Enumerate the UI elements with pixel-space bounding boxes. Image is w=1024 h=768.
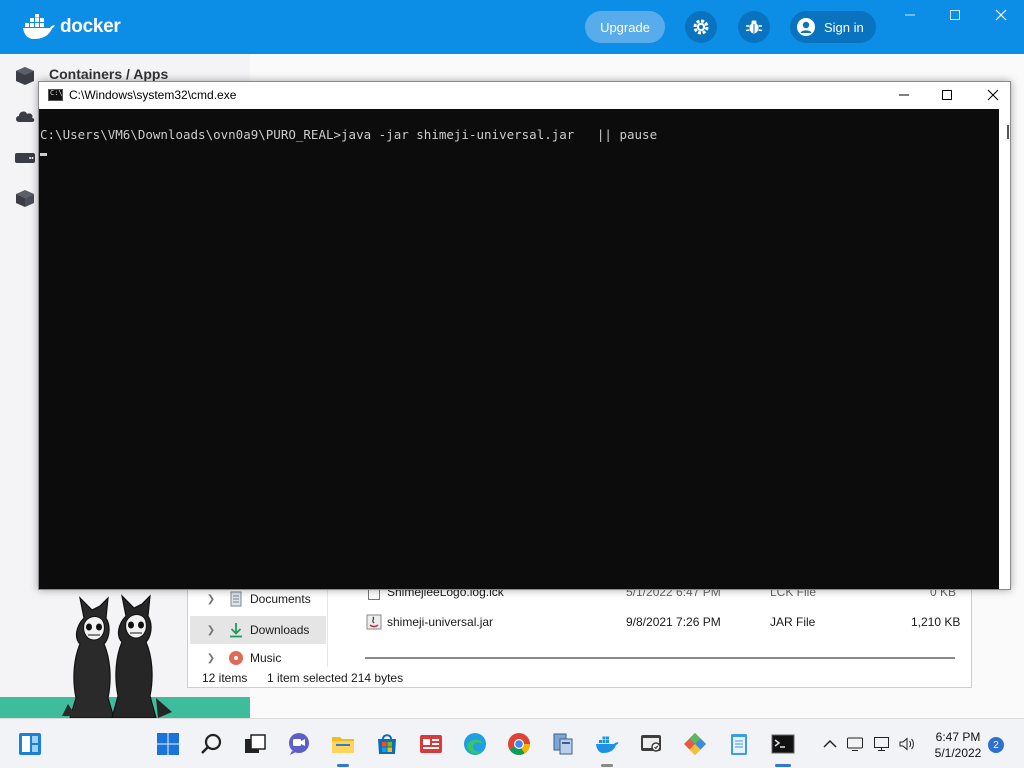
terminal-monitor-icon[interactable]: [639, 732, 663, 756]
shimeji-wolf-right[interactable]: [111, 594, 172, 719]
bug-icon: [745, 20, 763, 34]
git-app-icon[interactable]: [683, 732, 707, 756]
file-explorer-icon[interactable]: [331, 732, 355, 756]
notepad-icon[interactable]: [727, 732, 751, 756]
upgrade-button[interactable]: Upgrade: [585, 11, 665, 43]
file-row[interactable]: shimeji-universal.jar 9/8/2021 7:26 PM J…: [363, 611, 963, 633]
horizontal-scrollbar[interactable]: [365, 657, 955, 659]
chevron-right-icon: ❯: [206, 652, 216, 664]
clock-time: 6:47 PM: [935, 730, 981, 744]
minimize-icon: [905, 14, 915, 16]
news-app-icon[interactable]: [419, 732, 443, 756]
command-prompt-running-indicator: [775, 764, 791, 767]
command-prompt-icon[interactable]: [771, 732, 795, 756]
nav-item-downloads[interactable]: ❯ Downloads: [190, 616, 326, 644]
user-avatar-icon: [797, 18, 815, 36]
docker-desktop-icon[interactable]: [595, 732, 619, 756]
gear-icon: [693, 19, 709, 35]
section-title: Containers / Apps: [49, 66, 169, 82]
cmd-titlebar[interactable]: C:\Windows\system32\cmd.exe: [39, 82, 1010, 108]
scrollbar-thumb[interactable]: [1007, 125, 1009, 139]
cmd-vertical-scrollbar[interactable]: [999, 109, 1010, 589]
troubleshoot-button[interactable]: [738, 11, 770, 43]
documents-icon: [230, 591, 242, 607]
search-icon[interactable]: [200, 732, 224, 756]
file-name: shimeji-universal.jar: [387, 615, 494, 629]
widgets-icon[interactable]: [18, 732, 42, 756]
dev-environments-icon[interactable]: [14, 187, 36, 209]
music-icon: [229, 651, 243, 665]
docker-header: docker Upgrade Sign in: [0, 0, 1024, 54]
downloads-icon: [230, 623, 242, 638]
cmd-window: C:\Windows\system32\cmd.exe C:\Users\VM6…: [38, 81, 1011, 590]
docker-logo-text: docker: [60, 16, 121, 37]
docker-logo: docker: [22, 14, 121, 40]
start-windows-icon[interactable]: [156, 732, 180, 756]
item-count: 12 items: [202, 671, 248, 685]
containers-icon[interactable]: [14, 65, 36, 87]
sign-in-label: Sign in: [824, 19, 864, 35]
edge-browser-icon[interactable]: [463, 732, 487, 756]
chevron-up-icon[interactable]: [821, 735, 839, 753]
file-size: 1,210 KB: [911, 615, 961, 629]
cmd-app-icon[interactable]: [48, 89, 63, 101]
close-icon: [987, 89, 999, 101]
task-view-icon[interactable]: [243, 732, 267, 756]
java-jar-icon: [366, 614, 382, 630]
shimeji-characters[interactable]: [62, 594, 186, 720]
maximize-icon: [950, 10, 960, 20]
cmd-window-title: C:\Windows\system32\cmd.exe: [69, 88, 237, 102]
nav-item-label: Music: [250, 651, 282, 665]
settings-button[interactable]: [685, 11, 717, 43]
docker-close-button[interactable]: [992, 6, 1010, 24]
display-network-icon[interactable]: [873, 735, 891, 753]
notification-badge[interactable]: 2: [988, 737, 1004, 753]
file-explorer-running-indicator: [337, 764, 349, 767]
file-explorer-window: ❯ Documents ❯ Downloads ❯ Music Shimejie…: [187, 578, 972, 768]
volumes-icon[interactable]: [14, 146, 36, 168]
file-date: 9/8/2021 7:26 PM: [626, 615, 721, 629]
taskbar: 6:47 PM 5/1/2022 2: [0, 718, 1024, 768]
cmd-minimize-button[interactable]: [881, 82, 927, 108]
explorer-nav-pane: ❯ Documents ❯ Downloads ❯ Music: [188, 579, 328, 667]
volume-speaker-icon[interactable]: [898, 735, 916, 753]
docker-running-indicator: [601, 764, 613, 767]
chevron-right-icon: ❯: [206, 593, 216, 605]
docker-maximize-button[interactable]: [946, 6, 964, 24]
cmd-console[interactable]: C:\Users\VM6\Downloads\ovn0a9\PURO_REAL>…: [39, 109, 999, 589]
nav-item-label: Documents: [250, 592, 311, 606]
explorer-status-bar: 12 items 1 item selected 214 bytes: [188, 667, 971, 768]
clock-date: 5/1/2022: [934, 746, 982, 760]
system-clock[interactable]: 6:47 PM 5/1/2022: [926, 729, 990, 761]
chevron-right-icon: ❯: [206, 624, 216, 636]
maximize-icon: [942, 90, 952, 100]
chrome-browser-icon[interactable]: [507, 732, 531, 756]
cmd-close-button[interactable]: [970, 82, 1016, 108]
file-type: JAR File: [770, 615, 816, 629]
cloud-icon[interactable]: [14, 105, 36, 127]
close-icon: [995, 9, 1007, 21]
microsoft-store-icon[interactable]: [375, 732, 399, 756]
cmd-prompt-line: C:\Users\VM6\Downloads\ovn0a9\PURO_REAL>…: [40, 127, 658, 142]
nav-item-music[interactable]: ❯ Music: [190, 648, 326, 668]
virtual-machine-icon[interactable]: [551, 732, 575, 756]
minimize-icon: [899, 94, 909, 96]
sign-in-button[interactable]: Sign in: [790, 11, 876, 43]
docker-minimize-button[interactable]: [901, 6, 919, 24]
selection-info: 1 item selected 214 bytes: [267, 671, 404, 685]
shimeji-wolf-left[interactable]: [62, 596, 115, 719]
chat-icon[interactable]: [287, 732, 311, 756]
text-cursor: [40, 153, 47, 156]
network-ethernet-icon[interactable]: [846, 735, 864, 753]
cmd-maximize-button[interactable]: [924, 82, 970, 108]
docker-whale-icon: [23, 14, 55, 39]
nav-item-label: Downloads: [250, 623, 310, 637]
